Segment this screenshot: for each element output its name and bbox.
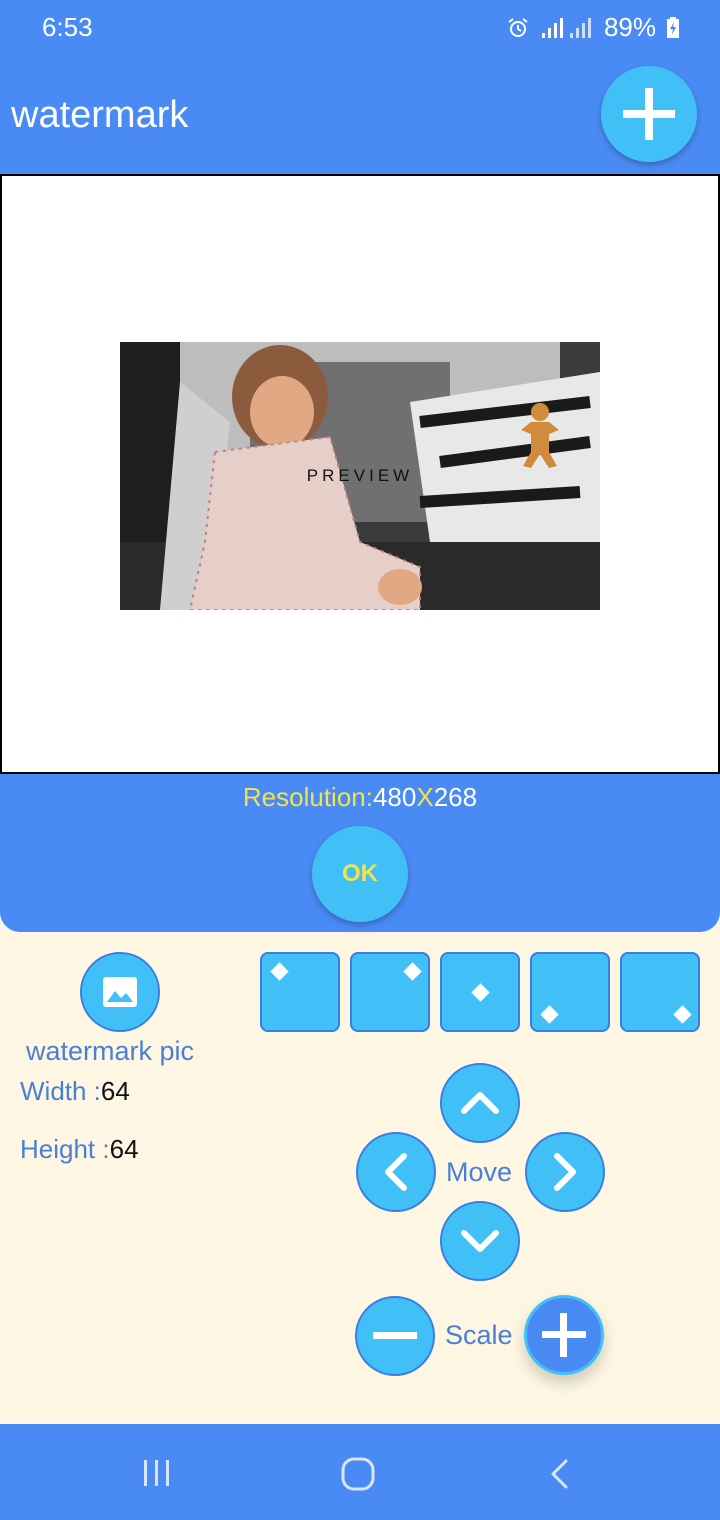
position-top-right-button[interactable]: [350, 952, 430, 1032]
move-left-button[interactable]: [356, 1132, 436, 1212]
move-down-button[interactable]: [440, 1201, 520, 1281]
preview-overlay-text: PREVIEW: [306, 466, 414, 485]
position-bottom-left-button[interactable]: [530, 952, 610, 1032]
minus-icon: [373, 1332, 417, 1339]
height-row: Height :64: [20, 1134, 139, 1165]
preview-area: PREVIEW: [0, 174, 720, 774]
battery-charging-icon: [667, 16, 679, 38]
chevron-right-icon: [554, 1153, 576, 1191]
add-button[interactable]: [601, 66, 697, 162]
status-bar: 6:53 89%: [0, 0, 720, 56]
page-title: watermark: [11, 94, 189, 136]
watermark-pic-label: watermark pic: [26, 1036, 195, 1066]
height-value: 64: [109, 1134, 139, 1164]
height-label: Height :: [20, 1134, 110, 1164]
resolution-label: Resolution:: [242, 782, 373, 812]
position-top-left-button[interactable]: [260, 952, 340, 1032]
resolution-width: 480: [372, 782, 417, 812]
position-center-button[interactable]: [440, 952, 520, 1032]
back-icon[interactable]: [546, 1458, 574, 1490]
recent-apps-icon[interactable]: [140, 1458, 174, 1488]
watermark-pic-button[interactable]: [80, 952, 160, 1032]
scale-down-button[interactable]: [355, 1296, 435, 1376]
plus-icon: [542, 1313, 586, 1357]
move-right-button[interactable]: [525, 1132, 605, 1212]
battery-percent: 89%: [603, 12, 656, 42]
scale-up-button[interactable]: [524, 1295, 604, 1375]
status-icons: 89%: [506, 12, 680, 43]
resolution-text: Resolution:480X268: [0, 782, 720, 813]
width-label: Width :: [20, 1076, 101, 1106]
diamond-icon: [540, 1005, 559, 1024]
status-time: 6:53: [42, 12, 93, 42]
chevron-up-icon: [461, 1092, 499, 1114]
home-icon[interactable]: [340, 1456, 376, 1492]
diamond-icon: [673, 1005, 692, 1024]
move-up-button[interactable]: [440, 1063, 520, 1143]
width-value: 64: [100, 1076, 130, 1106]
navigation-bar: [0, 1424, 720, 1520]
diamond-icon: [403, 962, 422, 981]
plus-icon: [623, 88, 675, 140]
chevron-down-icon: [461, 1230, 499, 1252]
diamond-icon: [270, 962, 289, 981]
alarm-icon: [508, 17, 528, 37]
signal-icon: [541, 17, 591, 38]
chevron-left-icon: [385, 1153, 407, 1191]
resolution-height: 268: [433, 782, 478, 812]
position-bottom-right-button[interactable]: [620, 952, 700, 1032]
move-label: Move: [446, 1157, 513, 1187]
scale-label: Scale: [445, 1320, 513, 1350]
resolution-separator: X: [416, 782, 434, 812]
resolution-panel: Resolution:480X268 OK: [0, 774, 720, 932]
diamond-icon: [471, 983, 490, 1002]
ok-button[interactable]: OK: [312, 826, 408, 922]
width-row: Width :64: [20, 1076, 130, 1107]
image-icon: [103, 977, 137, 1007]
video-preview[interactable]: PREVIEW: [120, 342, 600, 610]
